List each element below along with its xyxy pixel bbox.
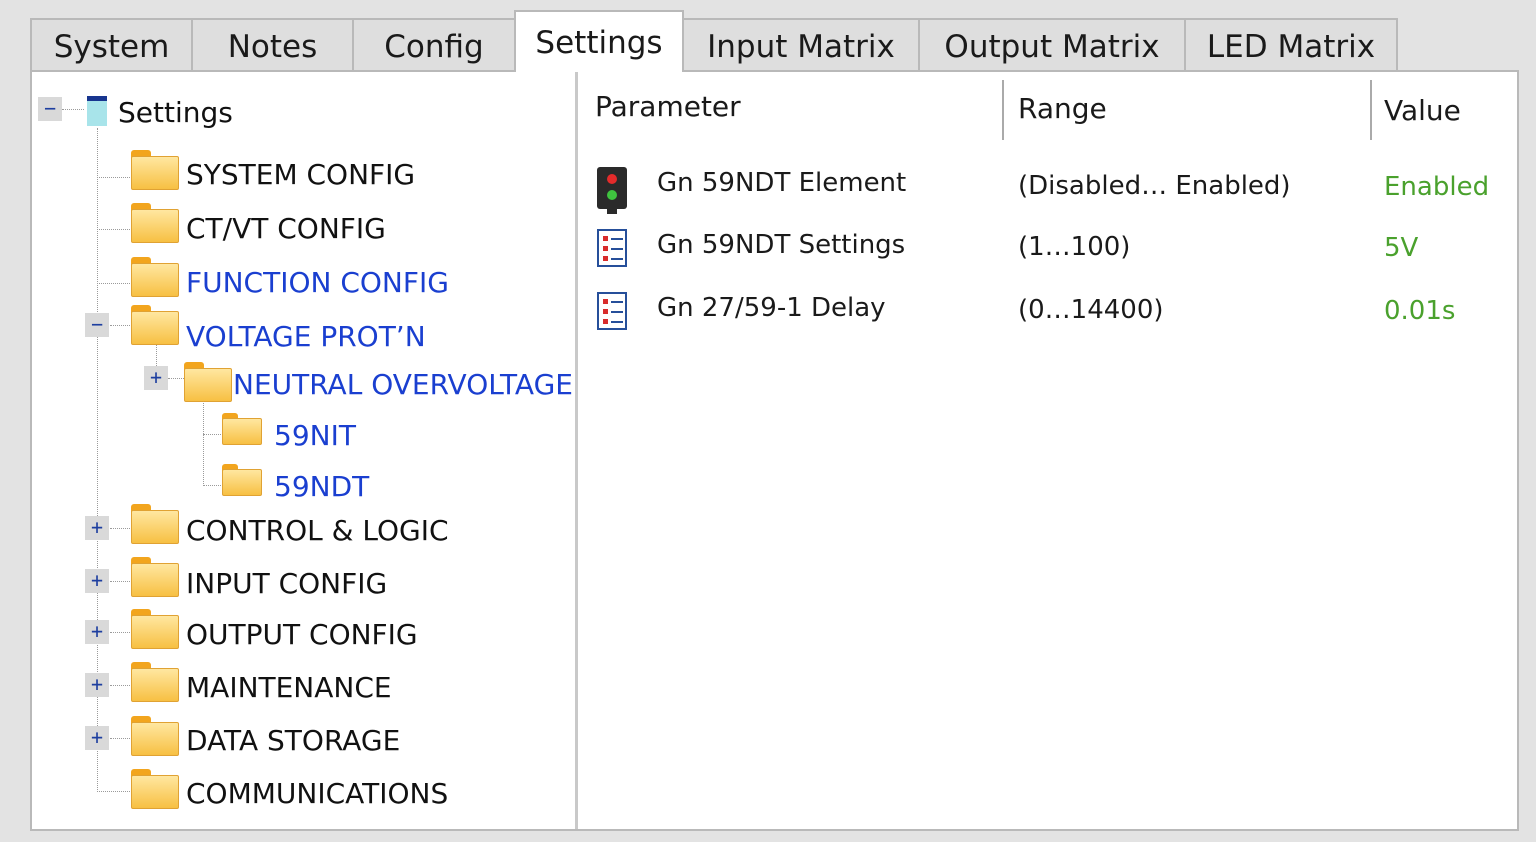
tree-connector [62, 109, 84, 110]
folder-icon [131, 305, 179, 345]
tree-item-system-config[interactable]: SYSTEM CONFIG [186, 159, 415, 191]
tab-system[interactable]: System [30, 18, 193, 72]
tree-item-output-config[interactable]: OUTPUT CONFIG [186, 619, 418, 651]
parameter-range: (0…14400) [1018, 295, 1164, 325]
folder-icon [184, 362, 232, 402]
folder-icon [131, 609, 179, 649]
tree-item-function-config[interactable]: FUNCTION CONFIG [186, 267, 449, 299]
tab-settings[interactable]: Settings [514, 10, 684, 72]
tab-output-matrix[interactable]: Output Matrix [918, 18, 1186, 72]
tree-connector [110, 581, 132, 582]
tab-bar: System Notes Config Settings Input Matri… [0, 0, 1536, 72]
tree-connector [203, 398, 204, 486]
tree-item-communications[interactable]: COMMUNICATIONS [186, 778, 448, 810]
parameter-range: (Disabled… Enabled) [1018, 171, 1291, 201]
settings-root-icon [87, 96, 107, 126]
folder-icon [131, 557, 179, 597]
column-separator[interactable] [1002, 80, 1004, 140]
expand-neutral-overvoltage-toggle[interactable]: + [144, 366, 168, 390]
list-settings-icon [597, 292, 627, 330]
tree-connector [97, 283, 132, 284]
tree-item-input-config[interactable]: INPUT CONFIG [186, 568, 387, 600]
tree-connector [97, 177, 132, 178]
tree-connector [203, 434, 221, 435]
folder-icon [131, 716, 179, 756]
folder-icon [131, 257, 179, 297]
tab-led-matrix[interactable]: LED Matrix [1184, 18, 1398, 72]
parameter-value[interactable]: 0.01s [1384, 296, 1455, 326]
parameter-value[interactable]: 5V [1384, 233, 1418, 263]
parameter-range: (1…100) [1018, 232, 1131, 262]
tree-item-maintenance[interactable]: MAINTENANCE [186, 672, 392, 704]
expand-control-logic-toggle[interactable]: + [85, 516, 109, 540]
expand-data-storage-toggle[interactable]: + [85, 726, 109, 750]
tab-input-matrix[interactable]: Input Matrix [682, 18, 920, 72]
tab-config[interactable]: Config [352, 18, 516, 72]
tree-connector [97, 791, 132, 792]
parameter-name[interactable]: Gn 59NDT Settings [657, 230, 905, 260]
tree-item-59ndt[interactable]: 59NDT [274, 471, 369, 503]
folder-icon [222, 413, 262, 445]
folder-icon [131, 150, 179, 190]
toggle-icon [597, 167, 627, 215]
collapse-settings-toggle[interactable]: − [38, 97, 62, 121]
tree-connector [110, 528, 132, 529]
tree-item-59nit[interactable]: 59NIT [274, 420, 356, 452]
tree-connector [97, 229, 132, 230]
tab-notes[interactable]: Notes [191, 18, 354, 72]
tree-connector [110, 325, 132, 326]
tree-connector [168, 378, 184, 379]
folder-icon [222, 464, 262, 496]
column-header-value[interactable]: Value [1384, 94, 1461, 127]
folder-icon [131, 769, 179, 809]
collapse-voltage-prot-toggle[interactable]: − [85, 313, 109, 337]
tree-connector [110, 632, 132, 633]
tree-connector [110, 685, 132, 686]
column-header-parameter[interactable]: Parameter [595, 90, 741, 123]
parameter-name[interactable]: Gn 27/59-1 Delay [657, 293, 886, 323]
folder-icon [131, 504, 179, 544]
expand-input-config-toggle[interactable]: + [85, 569, 109, 593]
settings-tree: − Settings SYSTEM CONFIG CT/VT CONFIG FU… [32, 72, 575, 829]
tree-item-neutral-overvoltage[interactable]: NEUTRAL OVERVOLTAGE [233, 369, 573, 401]
column-separator[interactable] [1370, 80, 1372, 140]
parameter-name[interactable]: Gn 59NDT Element [657, 168, 906, 198]
folder-icon [131, 203, 179, 243]
parameter-value[interactable]: Enabled [1384, 172, 1489, 202]
tree-connector [110, 738, 132, 739]
tree-connector [203, 485, 221, 486]
expand-output-config-toggle[interactable]: + [85, 620, 109, 644]
tree-item-control-logic[interactable]: CONTROL & LOGIC [186, 515, 449, 547]
expand-maintenance-toggle[interactable]: + [85, 673, 109, 697]
tree-item-ct-vt-config[interactable]: CT/VT CONFIG [186, 213, 386, 245]
folder-icon [131, 662, 179, 702]
list-settings-icon [597, 229, 627, 267]
tree-item-data-storage[interactable]: DATA STORAGE [186, 725, 400, 757]
parameter-table: Parameter Range Value Gn 59NDT Element (… [578, 72, 1517, 829]
tree-root-label[interactable]: Settings [118, 97, 233, 129]
settings-panel: − Settings SYSTEM CONFIG CT/VT CONFIG FU… [30, 70, 1519, 831]
tree-item-voltage-prot[interactable]: VOLTAGE PROT’N [186, 321, 426, 353]
column-header-range[interactable]: Range [1018, 92, 1107, 125]
